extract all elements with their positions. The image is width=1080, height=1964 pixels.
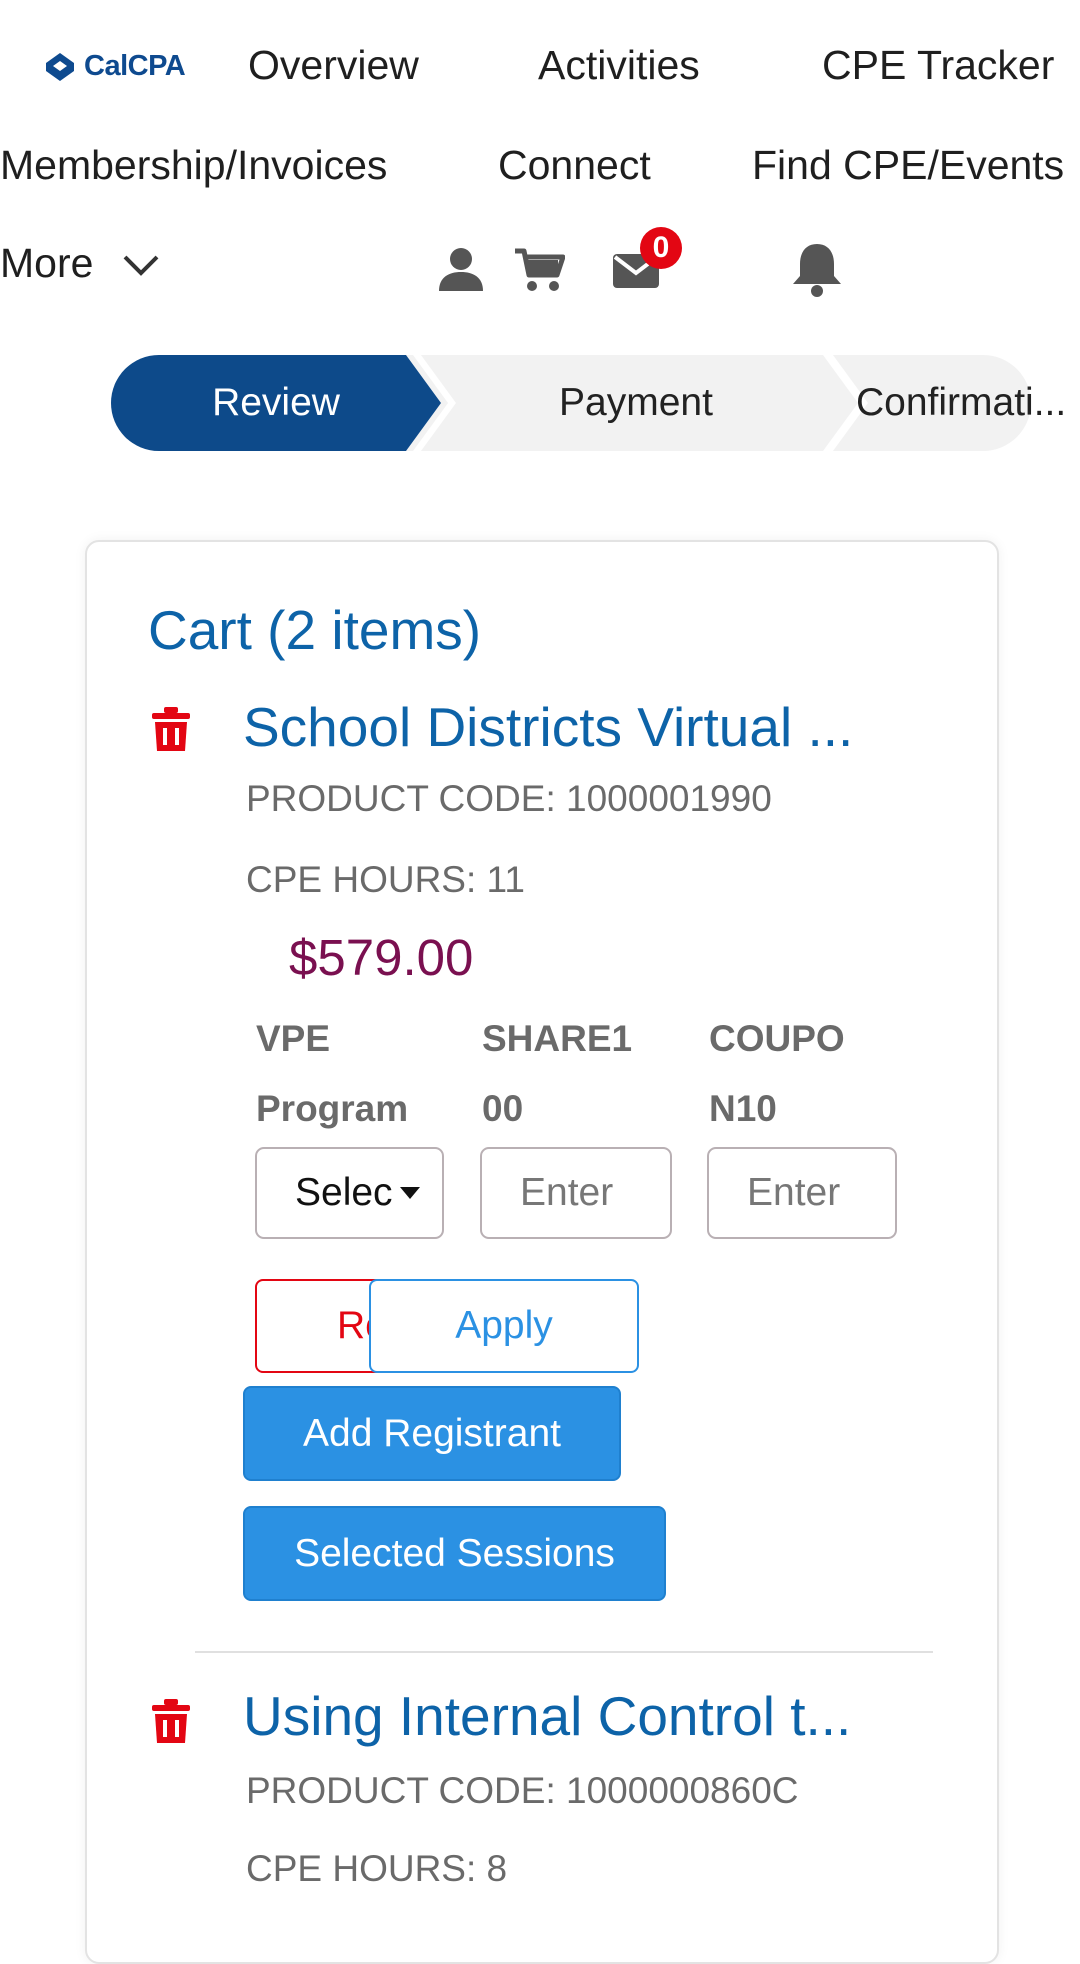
- share100-label-line1: SHARE1: [482, 1018, 633, 1059]
- cart-item-title[interactable]: School Districts Virtual ...: [243, 695, 853, 759]
- nav-activities[interactable]: Activities: [538, 42, 700, 89]
- nav-more[interactable]: More: [0, 240, 161, 287]
- product-code: PRODUCT CODE: 1000000860C: [246, 1770, 799, 1811]
- nav-overview[interactable]: Overview: [248, 42, 419, 89]
- apply-button[interactable]: Apply: [369, 1279, 639, 1373]
- cart-title: Cart (2 items): [148, 599, 482, 661]
- nav-membership-invoices[interactable]: Membership/Invoices: [0, 142, 387, 189]
- trash-icon[interactable]: [152, 1699, 190, 1743]
- vpe-program-label-line2: Program: [256, 1088, 409, 1129]
- product-code: PRODUCT CODE: 1000001990: [246, 778, 772, 819]
- share100-input-placeholder: Enter: [520, 1171, 614, 1214]
- add-registrant-button[interactable]: Add Registrant: [243, 1386, 621, 1481]
- checkout-stepper: Review Payment Confirmati...: [111, 355, 1066, 451]
- mail-badge: 0: [640, 227, 682, 269]
- calcpa-logo-icon: [46, 52, 74, 81]
- item-divider: [195, 1651, 933, 1653]
- vpe-program-label-line1: VPE: [256, 1018, 331, 1059]
- coupon10-input-placeholder: Enter: [747, 1171, 841, 1214]
- apply-button-label: Apply: [455, 1304, 553, 1347]
- cpe-hours: CPE HOURS: 8: [246, 1848, 508, 1889]
- share100-input[interactable]: Enter: [480, 1147, 672, 1239]
- nav-cpe-tracker[interactable]: CPE Tracker: [822, 42, 1054, 89]
- logo-text: CalCPA: [84, 50, 186, 82]
- nav-more-label: More: [0, 240, 94, 286]
- coupon10-input[interactable]: Enter: [707, 1147, 897, 1239]
- item-price: $579.00: [289, 929, 474, 986]
- calcpa-logo[interactable]: CalCPA: [44, 50, 186, 83]
- step-confirmation[interactable]: Confirmati...: [856, 355, 1066, 451]
- person-icon[interactable]: [437, 245, 485, 293]
- trash-icon[interactable]: [152, 707, 190, 751]
- vpe-program-select[interactable]: Selec: [255, 1147, 444, 1239]
- nav-connect[interactable]: Connect: [498, 142, 651, 189]
- nav-find-cpe-events[interactable]: Find CPE/Events: [752, 142, 1064, 189]
- coupon10-label-line1: COUPO: [709, 1018, 845, 1059]
- step-payment[interactable]: Payment: [441, 355, 831, 451]
- vpe-program-label: VPE Program: [256, 1004, 408, 1144]
- chevron-down-icon: [124, 255, 159, 276]
- selected-sessions-button[interactable]: Selected Sessions: [243, 1506, 666, 1601]
- vpe-program-select-value: Selec: [295, 1171, 393, 1214]
- cart-icon[interactable]: [515, 247, 565, 293]
- cart-item-title[interactable]: Using Internal Control t...: [243, 1684, 851, 1748]
- share100-label: SHARE1 00: [482, 1004, 632, 1144]
- cpe-hours: CPE HOURS: 11: [246, 859, 525, 900]
- caret-down-icon: [400, 1187, 420, 1199]
- share100-label-line2: 00: [482, 1088, 524, 1129]
- bell-icon[interactable]: [788, 240, 846, 298]
- coupon10-label-line2: N10: [709, 1088, 777, 1129]
- coupon10-label: COUPO N10: [709, 1004, 845, 1144]
- step-review[interactable]: Review: [111, 355, 441, 451]
